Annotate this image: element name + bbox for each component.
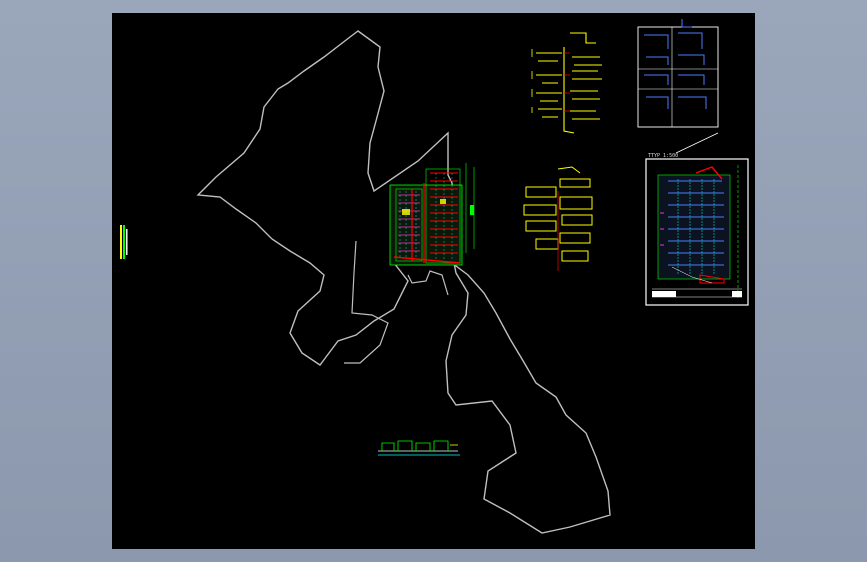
blue-pipe-diagram[interactable] — [637, 19, 719, 128]
cad-drawing-canvas[interactable]: TTYP 1:500 — [112, 13, 755, 549]
yellow-pipe-diagram[interactable] — [531, 32, 602, 134]
plan-title: TTYP 1:500 — [648, 153, 678, 159]
plan-callout-line — [675, 132, 719, 154]
app-window: TTYP 1:500 — [0, 0, 867, 562]
bottom-elevation[interactable] — [378, 440, 460, 456]
boundary-connector — [407, 270, 449, 296]
boundary-inner-line — [344, 240, 389, 364]
cad-drawing-svg: TTYP 1:500 — [120, 19, 749, 534]
left-legend-strip — [120, 225, 128, 259]
central-site-plan[interactable] — [389, 163, 475, 266]
framed-plan-detail[interactable] — [645, 158, 749, 306]
site-boundary — [196, 30, 611, 534]
yellow-building-layout[interactable] — [523, 166, 593, 271]
